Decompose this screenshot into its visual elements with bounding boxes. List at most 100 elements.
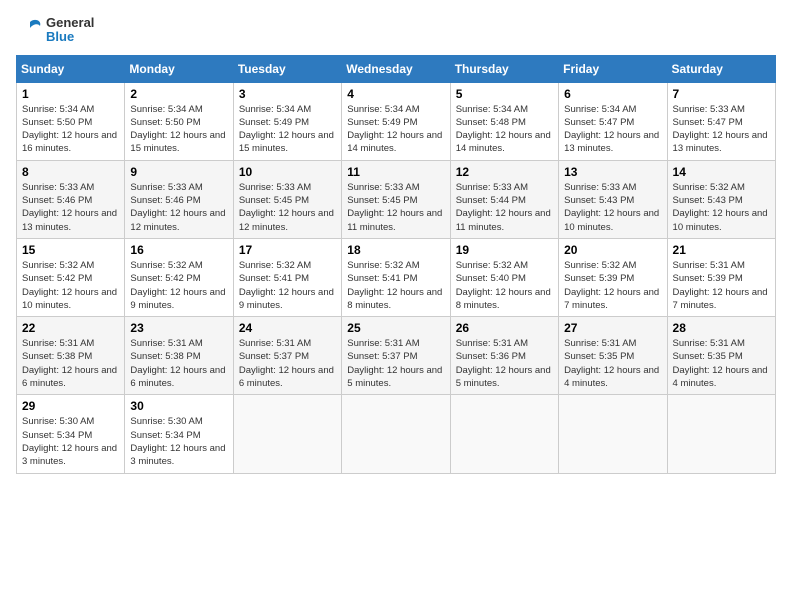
calendar-cell: 10 Sunrise: 5:33 AMSunset: 5:45 PMDayligh… (233, 160, 341, 238)
day-number: 26 (456, 321, 553, 335)
calendar-header-row: SundayMondayTuesdayWednesdayThursdayFrid… (17, 55, 776, 82)
day-details: Sunrise: 5:33 AMSunset: 5:45 PMDaylight:… (347, 181, 444, 234)
day-number: 2 (130, 87, 227, 101)
column-header-monday: Monday (125, 55, 233, 82)
calendar-cell: 2 Sunrise: 5:34 AMSunset: 5:50 PMDaylight… (125, 82, 233, 160)
calendar-cell (450, 395, 558, 473)
calendar-week-row: 22 Sunrise: 5:31 AMSunset: 5:38 PMDayligh… (17, 317, 776, 395)
day-details: Sunrise: 5:34 AMSunset: 5:49 PMDaylight:… (347, 103, 444, 156)
day-details: Sunrise: 5:31 AMSunset: 5:38 PMDaylight:… (130, 337, 227, 390)
calendar-cell: 16 Sunrise: 5:32 AMSunset: 5:42 PMDayligh… (125, 238, 233, 316)
day-details: Sunrise: 5:33 AMSunset: 5:44 PMDaylight:… (456, 181, 553, 234)
day-number: 10 (239, 165, 336, 179)
calendar-cell: 9 Sunrise: 5:33 AMSunset: 5:46 PMDaylight… (125, 160, 233, 238)
day-details: Sunrise: 5:31 AMSunset: 5:39 PMDaylight:… (673, 259, 770, 312)
calendar-cell: 18 Sunrise: 5:32 AMSunset: 5:41 PMDayligh… (342, 238, 450, 316)
calendar-cell: 7 Sunrise: 5:33 AMSunset: 5:47 PMDaylight… (667, 82, 775, 160)
calendar-week-row: 8 Sunrise: 5:33 AMSunset: 5:46 PMDaylight… (17, 160, 776, 238)
calendar-cell: 23 Sunrise: 5:31 AMSunset: 5:38 PMDayligh… (125, 317, 233, 395)
day-number: 23 (130, 321, 227, 335)
day-details: Sunrise: 5:31 AMSunset: 5:35 PMDaylight:… (564, 337, 661, 390)
day-details: Sunrise: 5:31 AMSunset: 5:36 PMDaylight:… (456, 337, 553, 390)
day-number: 30 (130, 399, 227, 413)
day-details: Sunrise: 5:34 AMSunset: 5:50 PMDaylight:… (130, 103, 227, 156)
calendar-week-row: 15 Sunrise: 5:32 AMSunset: 5:42 PMDayligh… (17, 238, 776, 316)
day-number: 18 (347, 243, 444, 257)
day-details: Sunrise: 5:31 AMSunset: 5:37 PMDaylight:… (347, 337, 444, 390)
day-number: 8 (22, 165, 119, 179)
column-header-friday: Friday (559, 55, 667, 82)
day-details: Sunrise: 5:32 AMSunset: 5:41 PMDaylight:… (347, 259, 444, 312)
day-number: 16 (130, 243, 227, 257)
day-number: 12 (456, 165, 553, 179)
day-details: Sunrise: 5:32 AMSunset: 5:42 PMDaylight:… (130, 259, 227, 312)
day-number: 7 (673, 87, 770, 101)
calendar-cell: 14Sunrise: 5:32 AMSunset: 5:43 PMDayligh… (667, 160, 775, 238)
calendar-cell: 19Sunrise: 5:32 AMSunset: 5:40 PMDayligh… (450, 238, 558, 316)
calendar-table: SundayMondayTuesdayWednesdayThursdayFrid… (16, 55, 776, 474)
calendar-cell: 3Sunrise: 5:34 AMSunset: 5:49 PMDaylight… (233, 82, 341, 160)
day-number: 24 (239, 321, 336, 335)
day-details: Sunrise: 5:32 AMSunset: 5:42 PMDaylight:… (22, 259, 119, 312)
day-details: Sunrise: 5:33 AMSunset: 5:45 PMDaylight:… (239, 181, 336, 234)
calendar-cell: 28 Sunrise: 5:31 AMSunset: 5:35 PMDayligh… (667, 317, 775, 395)
calendar-cell: 1 Sunrise: 5:34 AMSunset: 5:50 PMDaylight… (17, 82, 125, 160)
calendar-cell: 29 Sunrise: 5:30 AMSunset: 5:34 PMDayligh… (17, 395, 125, 473)
calendar-cell: 24 Sunrise: 5:31 AMSunset: 5:37 PMDayligh… (233, 317, 341, 395)
day-details: Sunrise: 5:34 AMSunset: 5:50 PMDaylight:… (22, 103, 119, 156)
calendar-cell: 8Sunrise: 5:33 AMSunset: 5:46 PMDaylight… (17, 160, 125, 238)
calendar-cell: 4 Sunrise: 5:34 AMSunset: 5:49 PMDaylight… (342, 82, 450, 160)
calendar-cell: 30 Sunrise: 5:30 AMSunset: 5:34 PMDayligh… (125, 395, 233, 473)
logo-general: General (46, 16, 94, 30)
day-details: Sunrise: 5:30 AMSunset: 5:34 PMDaylight:… (130, 415, 227, 468)
day-details: Sunrise: 5:33 AMSunset: 5:43 PMDaylight:… (564, 181, 661, 234)
day-number: 4 (347, 87, 444, 101)
logo-blue: Blue (46, 30, 94, 44)
column-header-wednesday: Wednesday (342, 55, 450, 82)
calendar-cell: 13 Sunrise: 5:33 AMSunset: 5:43 PMDayligh… (559, 160, 667, 238)
day-details: Sunrise: 5:33 AMSunset: 5:47 PMDaylight:… (673, 103, 770, 156)
day-number: 9 (130, 165, 227, 179)
day-number: 21 (673, 243, 770, 257)
calendar-cell: 25 Sunrise: 5:31 AMSunset: 5:37 PMDayligh… (342, 317, 450, 395)
column-header-sunday: Sunday (17, 55, 125, 82)
column-header-saturday: Saturday (667, 55, 775, 82)
day-details: Sunrise: 5:34 AMSunset: 5:48 PMDaylight:… (456, 103, 553, 156)
day-number: 14 (673, 165, 770, 179)
logo: General Blue (16, 16, 94, 45)
day-number: 27 (564, 321, 661, 335)
calendar-cell (559, 395, 667, 473)
calendar-cell (667, 395, 775, 473)
calendar-week-row: 29 Sunrise: 5:30 AMSunset: 5:34 PMDayligh… (17, 395, 776, 473)
day-number: 29 (22, 399, 119, 413)
day-details: Sunrise: 5:33 AMSunset: 5:46 PMDaylight:… (130, 181, 227, 234)
calendar-cell: 12 Sunrise: 5:33 AMSunset: 5:44 PMDayligh… (450, 160, 558, 238)
day-details: Sunrise: 5:31 AMSunset: 5:37 PMDaylight:… (239, 337, 336, 390)
calendar-cell: 17 Sunrise: 5:32 AMSunset: 5:41 PMDayligh… (233, 238, 341, 316)
day-number: 3 (239, 87, 336, 101)
day-details: Sunrise: 5:34 AMSunset: 5:47 PMDaylight:… (564, 103, 661, 156)
calendar-cell: 26 Sunrise: 5:31 AMSunset: 5:36 PMDayligh… (450, 317, 558, 395)
calendar-cell: 5 Sunrise: 5:34 AMSunset: 5:48 PMDaylight… (450, 82, 558, 160)
day-number: 11 (347, 165, 444, 179)
day-number: 5 (456, 87, 553, 101)
day-details: Sunrise: 5:31 AMSunset: 5:35 PMDaylight:… (673, 337, 770, 390)
day-number: 17 (239, 243, 336, 257)
page-header: General Blue (16, 16, 776, 45)
calendar-cell: 20Sunrise: 5:32 AMSunset: 5:39 PMDayligh… (559, 238, 667, 316)
day-details: Sunrise: 5:32 AMSunset: 5:40 PMDaylight:… (456, 259, 553, 312)
day-number: 1 (22, 87, 119, 101)
day-details: Sunrise: 5:30 AMSunset: 5:34 PMDaylight:… (22, 415, 119, 468)
day-number: 15 (22, 243, 119, 257)
day-details: Sunrise: 5:31 AMSunset: 5:38 PMDaylight:… (22, 337, 119, 390)
day-number: 20 (564, 243, 661, 257)
day-number: 28 (673, 321, 770, 335)
day-number: 22 (22, 321, 119, 335)
calendar-cell: 21 Sunrise: 5:31 AMSunset: 5:39 PMDayligh… (667, 238, 775, 316)
day-details: Sunrise: 5:32 AMSunset: 5:41 PMDaylight:… (239, 259, 336, 312)
calendar-cell (342, 395, 450, 473)
day-number: 13 (564, 165, 661, 179)
calendar-cell: 11 Sunrise: 5:33 AMSunset: 5:45 PMDayligh… (342, 160, 450, 238)
day-number: 25 (347, 321, 444, 335)
calendar-cell (233, 395, 341, 473)
